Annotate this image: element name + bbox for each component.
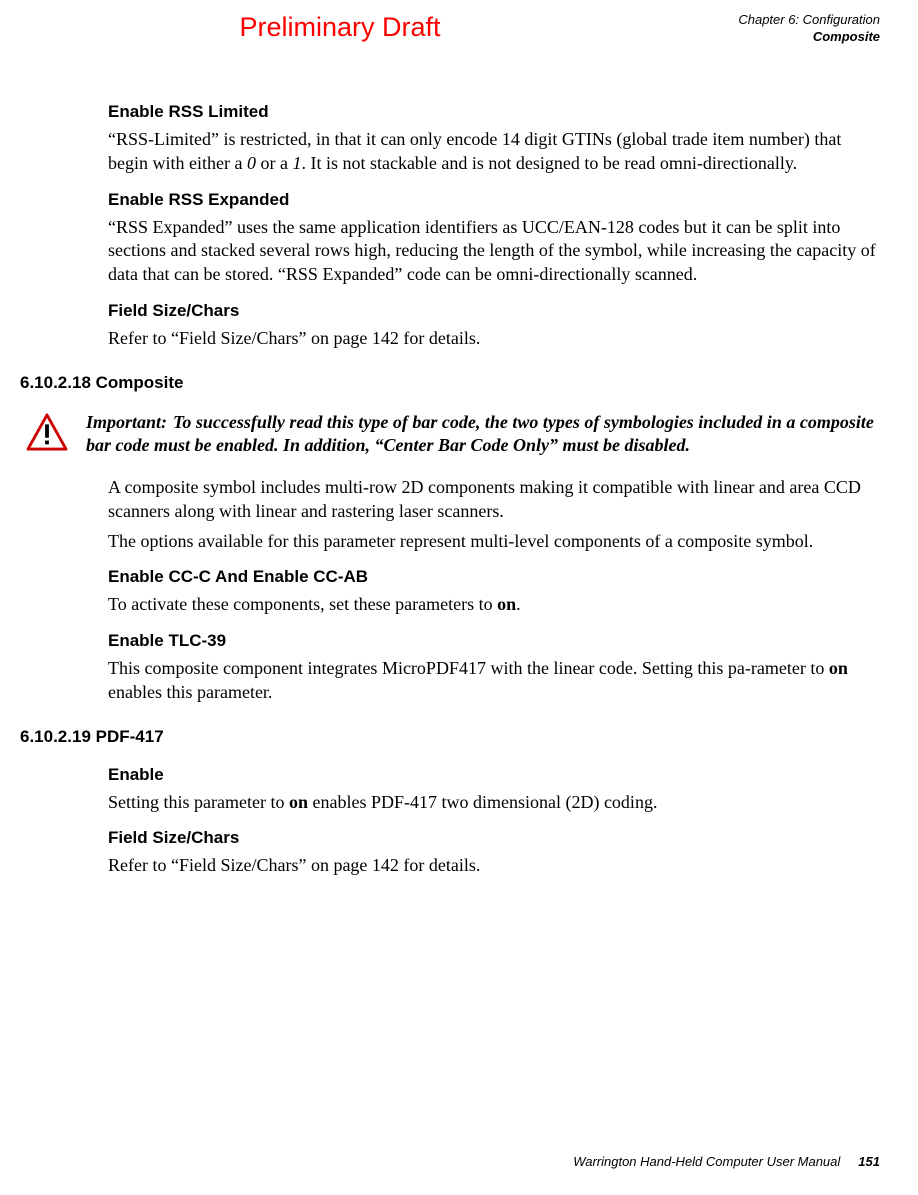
body-text: Setting this parameter to on enables PDF… [108,791,880,815]
body-text: A composite symbol includes multi-row 2D… [108,476,880,524]
text: or a [256,153,292,173]
subheading-field-size-2: Field Size/Chars [108,828,880,848]
subheading-rss-expanded: Enable RSS Expanded [108,190,880,210]
body-text: Refer to “Field Size/Chars” on page 142 … [108,327,880,351]
draft-watermark: Preliminary Draft [190,12,490,43]
header-chapter-block: Chapter 6: Configuration Composite [738,12,880,46]
body-text: “RSS Expanded” uses the same application… [108,216,880,287]
text: . It is not stackable and is not designe… [301,153,797,173]
text: enables this parameter. [108,682,272,702]
text: To activate these components, set these … [108,594,497,614]
page-content: Enable RSS Limited “RSS-Limited” is rest… [0,88,918,884]
text: enables PDF-417 two dimensional (2D) cod… [308,792,657,812]
subheading-field-size: Field Size/Chars [108,301,880,321]
text: This composite component integrates Micr… [108,658,829,678]
section-heading-pdf417: 6.10.2.19 PDF-417 [0,727,880,747]
text-bold: on [497,594,516,614]
text-bold: on [289,792,308,812]
important-block: Important:To successfully read this type… [26,411,880,459]
important-body: To successfully read this type of bar co… [86,412,874,456]
footer-title: Warrington Hand-Held Computer User Manua… [573,1154,840,1169]
important-label: Important: [86,412,167,432]
page-footer: Warrington Hand-Held Computer User Manua… [0,1154,918,1169]
subheading-rss-limited: Enable RSS Limited [108,102,880,122]
warning-icon [26,413,68,451]
header-chapter: Chapter 6: Configuration [738,12,880,29]
body-text: The options available for this parameter… [108,530,880,554]
important-text: Important:To successfully read this type… [86,411,880,459]
header-section: Composite [738,29,880,46]
important-text-wrap: Important:To successfully read this type… [86,411,880,459]
subheading-enable: Enable [108,765,880,785]
body-text: Refer to “Field Size/Chars” on page 142 … [108,854,880,878]
body-text: This composite component integrates Micr… [108,657,880,705]
body-text: “RSS-Limited” is restricted, in that it … [108,128,880,176]
text: . [516,594,521,614]
footer-page-number: 151 [858,1154,880,1169]
subheading-cc-c-cc-ab: Enable CC-C And Enable CC-AB [108,567,880,587]
body-text: To activate these components, set these … [108,593,880,617]
text-bold: on [829,658,848,678]
subheading-tlc-39: Enable TLC-39 [108,631,880,651]
text-italic: 0 [247,153,256,173]
text: Setting this parameter to [108,792,289,812]
section-heading-composite: 6.10.2.18 Composite [0,373,880,393]
